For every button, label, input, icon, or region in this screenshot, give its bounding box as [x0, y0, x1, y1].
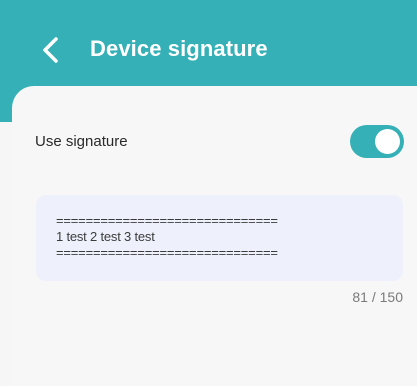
page-title: Device signature [90, 36, 268, 61]
toggle-knob [375, 129, 400, 154]
use-signature-toggle[interactable] [350, 125, 404, 158]
signature-textarea[interactable]: ============================== 1 test 2 … [36, 195, 403, 281]
chevron-left-icon [43, 37, 58, 63]
character-counter: 81 / 150 [352, 289, 403, 305]
use-signature-label: Use signature [35, 132, 128, 150]
back-button[interactable] [32, 32, 68, 68]
signature-text: ============================== 1 test 2 … [56, 213, 278, 260]
